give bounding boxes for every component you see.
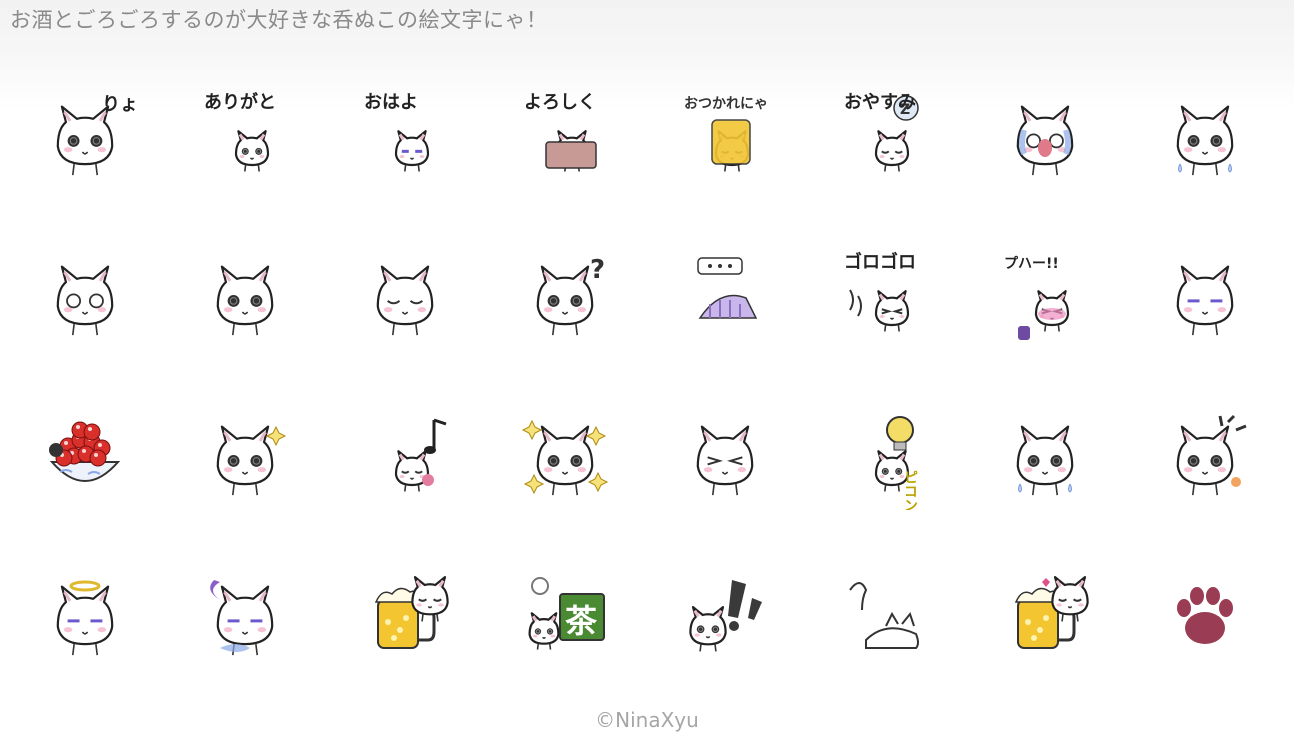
- emoji-cell[interactable]: [30, 560, 140, 670]
- emoji-cell[interactable]: [30, 400, 140, 510]
- copyright-text: ©NinaXyu: [595, 708, 699, 732]
- emoji-cell[interactable]: Z おやすみ: [830, 80, 940, 190]
- cat-ghost-icon: [210, 580, 274, 656]
- emoji-cell[interactable]: [190, 400, 300, 510]
- svg-text:?: ?: [590, 255, 605, 285]
- cat-exclaim-icon: [689, 580, 762, 652]
- cat-gorogoro-icon: ゴロゴロ: [844, 251, 916, 332]
- cat-sad-icon: [1176, 105, 1234, 176]
- emoji-cell[interactable]: ?: [510, 240, 620, 350]
- emoji-cell[interactable]: [510, 400, 620, 510]
- cat-ryo-icon: りょ!: [56, 94, 140, 176]
- cat-tears-icon: [1016, 425, 1074, 496]
- emoji-cell[interactable]: おつかれにゃ: [670, 80, 780, 190]
- cat-yoroshiku-icon: よろしく: [524, 92, 597, 172]
- emoji-cell[interactable]: [670, 240, 780, 350]
- cat-sparkle-icon: [216, 425, 287, 496]
- emoji-cell[interactable]: 茶: [510, 560, 620, 670]
- cat-question-icon: ?: [536, 255, 605, 336]
- emoji-cell[interactable]: りょ!: [30, 80, 140, 190]
- cat-arigato-icon: ありがと: [204, 91, 276, 172]
- emoji-cell[interactable]: [190, 240, 300, 350]
- cat-music-icon: [394, 418, 447, 492]
- beer-mug-cat-icon: [374, 576, 449, 649]
- page-title: お酒とごろごろするのが大好きな呑ぬこの絵文字にゃ！: [10, 8, 548, 32]
- cat-ohayo-icon: おはよ: [364, 92, 430, 172]
- ikura-bowl-icon: [49, 421, 121, 482]
- svg-text:よろしく: よろしく: [524, 92, 596, 113]
- emoji-cell[interactable]: [350, 240, 460, 350]
- svg-text:プハー!!: プハー!!: [1004, 256, 1059, 272]
- svg-text:おやすみ: おやすみ: [844, 92, 916, 113]
- emoji-cell[interactable]: [350, 400, 460, 510]
- cat-shy-icon: [1176, 265, 1234, 336]
- emoji-cell[interactable]: プハー!!: [990, 240, 1100, 350]
- emoji-cell[interactable]: [830, 560, 940, 670]
- cat-blanket-icon: [697, 257, 758, 319]
- cat-angel-icon: [56, 580, 114, 656]
- cat-smile-icon: [376, 265, 434, 336]
- emoji-cell[interactable]: [350, 560, 460, 670]
- emoji-cell[interactable]: [30, 240, 140, 350]
- cat-crying-icon: [1016, 105, 1074, 176]
- emoji-cell[interactable]: [1150, 240, 1260, 350]
- cat-shock-icon: [1176, 414, 1247, 496]
- cat-beer-heart-icon: [1014, 576, 1089, 649]
- emoji-cell[interactable]: ピコン: [830, 400, 940, 510]
- emoji-cell[interactable]: よろしく: [510, 80, 620, 190]
- cat-surprised-icon: [56, 265, 114, 336]
- emoji-cell[interactable]: [1150, 400, 1260, 510]
- emoji-cell[interactable]: [990, 80, 1100, 190]
- emoji-cell[interactable]: [670, 400, 780, 510]
- paw-print-icon: [1177, 587, 1233, 644]
- cat-tea-icon: 茶: [528, 577, 605, 650]
- cat-puha-icon: プハー!!: [1004, 256, 1070, 340]
- svg-text:おつかれにゃ: おつかれにゃ: [684, 96, 768, 112]
- emoji-cell[interactable]: [190, 560, 300, 670]
- emoji-cell[interactable]: [1150, 560, 1260, 670]
- cat-oyasumi-icon: Zおやすみ: [844, 92, 919, 172]
- svg-text:ありがと: ありがと: [204, 91, 276, 113]
- emoji-cell[interactable]: [670, 560, 780, 670]
- cat-sparkles-icon: [521, 419, 609, 496]
- svg-text:おはよ: おはよ: [364, 92, 418, 113]
- emoji-cell[interactable]: [990, 400, 1100, 510]
- svg-text:ゴロゴロ: ゴロゴロ: [844, 251, 916, 273]
- svg-text:りょ!: りょ!: [102, 94, 140, 115]
- cat-lying-icon: [849, 582, 919, 649]
- cat-laugh-icon: [696, 425, 754, 496]
- emoji-cell[interactable]: おはよ: [350, 80, 460, 190]
- svg-text:茶: 茶: [565, 602, 598, 640]
- cat-otsukare-beer-icon: おつかれにゃ: [684, 96, 768, 172]
- cat-lightbulb-icon: ピコン: [874, 416, 918, 510]
- emoji-cell[interactable]: [1150, 80, 1260, 190]
- emoji-cell[interactable]: ありがと: [190, 80, 300, 190]
- svg-text:ピコン: ピコン: [902, 470, 918, 510]
- cat-happy-icon: [216, 265, 274, 336]
- emoji-cell[interactable]: ゴロゴロ: [830, 240, 940, 350]
- emoji-cell[interactable]: [990, 560, 1100, 670]
